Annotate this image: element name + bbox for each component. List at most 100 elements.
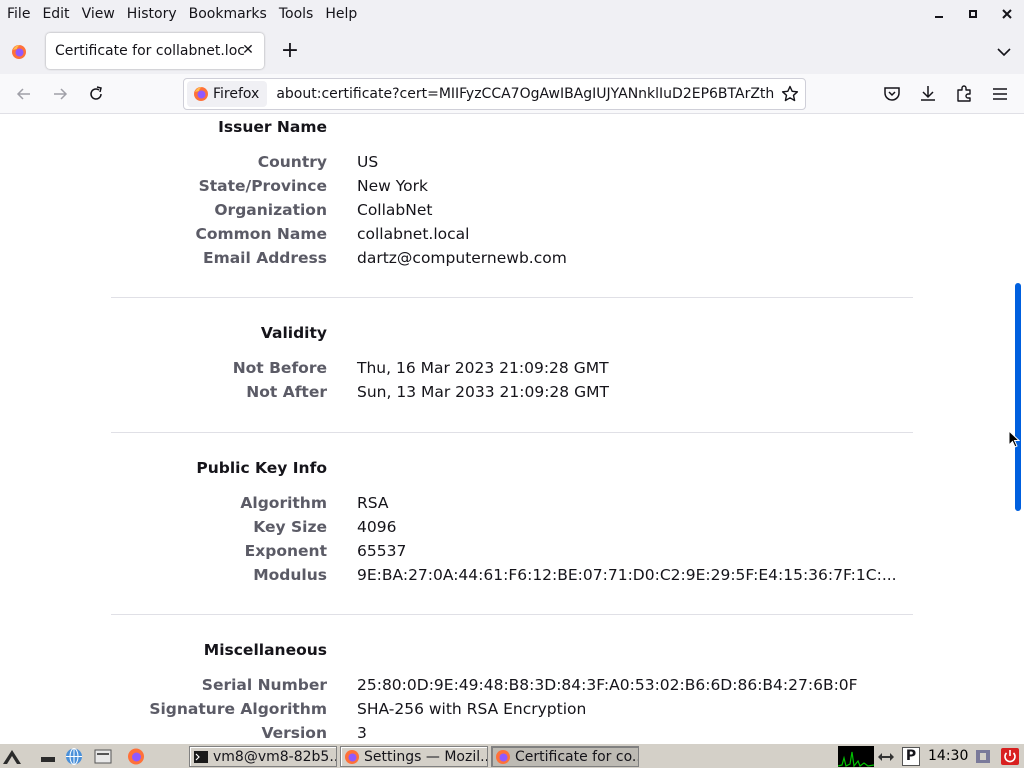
close-window-button[interactable] <box>990 0 1024 28</box>
back-button[interactable] <box>12 82 36 106</box>
reload-icon <box>90 86 102 100</box>
section-divider <box>111 614 913 615</box>
window-controls <box>922 0 1024 28</box>
list-all-tabs-icon[interactable] <box>994 42 1014 62</box>
file-manager-icon[interactable] <box>93 747 113 766</box>
section-divider <box>111 297 913 298</box>
maximize-button[interactable] <box>956 0 990 28</box>
pocket-icon[interactable] <box>882 84 902 104</box>
menu-edit[interactable]: Edit <box>36 0 75 28</box>
row-value: dartz@computernewb.com <box>357 249 567 267</box>
row-label: Not Before <box>232 359 327 377</box>
info-row: Email Address dartz@computernewb.com <box>111 249 913 273</box>
row-label: Exponent <box>244 542 327 560</box>
network-icon[interactable] <box>876 747 896 766</box>
section-title: Issuer Name <box>218 118 327 136</box>
row-value: SHA-256 with RSA Encryption <box>357 700 587 718</box>
browser-globe-icon[interactable] <box>64 747 84 766</box>
info-row: Algorithm RSA <box>111 494 913 518</box>
firefox-icon <box>496 749 510 764</box>
downloads-icon[interactable] <box>918 84 938 104</box>
info-row: Modulus 9E:BA:27:0A:44:61:F6:12:BE:07:71… <box>111 566 913 590</box>
row-label: State/Province <box>198 177 327 195</box>
info-row: Serial Number 25:80:0D:9E:49:48:B8:3D:84… <box>111 676 913 700</box>
minimize-button[interactable] <box>922 0 956 28</box>
menu-file[interactable]: File <box>0 0 36 28</box>
row-value: collabnet.local <box>357 225 470 243</box>
menu-history[interactable]: History <box>121 0 183 28</box>
taskbar: vm8@vm8-82b5... Settings — Mozil... Cert… <box>0 743 1024 768</box>
row-value: Sun, 13 Mar 2033 21:09:28 GMT <box>357 383 609 401</box>
cpu-monitor-graph <box>838 746 874 767</box>
row-value: Thu, 16 Mar 2023 21:09:28 GMT <box>357 359 609 377</box>
tab-certificate[interactable]: Certificate for collabnet.local ✕ <box>46 33 264 69</box>
maximize-icon <box>969 10 977 18</box>
row-label: Email Address <box>202 249 327 267</box>
menubar: File Edit View History Bookmarks Tools H… <box>0 0 1024 28</box>
reload-button[interactable] <box>84 82 108 106</box>
tab-title: Certificate for collabnet.local <box>55 43 245 59</box>
info-row: Common Name collabnet.local <box>111 225 913 249</box>
forward-arrow-icon <box>54 88 68 100</box>
scrollbar-thumb[interactable] <box>1015 283 1021 511</box>
tab-close-icon[interactable]: ✕ <box>239 41 257 59</box>
extensions-icon[interactable] <box>954 84 974 104</box>
bookmark-star-icon[interactable] <box>781 85 799 103</box>
section-title: Public Key Info <box>196 459 327 477</box>
volume-icon[interactable] <box>973 747 993 766</box>
terminal-icon <box>194 750 208 763</box>
row-value: CollabNet <box>357 201 433 219</box>
tray-p-icon[interactable]: P <box>902 747 920 766</box>
tab-strip: Certificate for collabnet.local ✕ + <box>0 28 1024 74</box>
row-label: Key Size <box>253 518 327 536</box>
mouse-cursor-icon <box>1008 430 1020 448</box>
back-arrow-icon <box>16 88 30 100</box>
url-input[interactable]: about:certificate?cert=MIIFyzCCA7OgAwIBA… <box>276 86 774 102</box>
info-row: Exponent 65537 <box>111 542 913 566</box>
identity-box[interactable]: Firefox <box>187 81 268 107</box>
firefox-logo-icon <box>194 87 208 101</box>
taskbar-task-terminal[interactable]: vm8@vm8-82b5... <box>189 746 337 767</box>
show-desktop-icon[interactable] <box>38 747 58 766</box>
taskbar-task-settings[interactable]: Settings — Mozil... <box>340 746 488 767</box>
info-row: Not Before Thu, 16 Mar 2023 21:09:28 GMT <box>111 359 913 383</box>
vertical-scrollbar[interactable] <box>1013 115 1024 743</box>
menu-view[interactable]: View <box>76 0 121 28</box>
row-value: New York <box>357 177 428 195</box>
row-label: Version <box>261 724 327 742</box>
new-tab-button[interactable]: + <box>278 40 302 64</box>
info-row: Key Size 4096 <box>111 518 913 542</box>
row-value: 4096 <box>357 518 397 536</box>
start-menu-icon[interactable] <box>2 747 22 766</box>
info-row: Signature Algorithm SHA-256 with RSA Enc… <box>111 700 913 724</box>
firefox-view-icon[interactable] <box>11 44 27 60</box>
url-bar[interactable]: Firefox about:certificate?cert=MIIFyzCCA… <box>183 78 806 110</box>
section-title: Validity <box>260 324 327 342</box>
firefox-launcher-icon[interactable] <box>126 747 146 766</box>
minimize-icon <box>935 16 943 18</box>
info-row: Version 3 <box>111 724 913 743</box>
certificate-viewer: Issuer Name Country US State/Province Ne… <box>0 115 1013 743</box>
row-value: RSA <box>357 494 389 512</box>
row-value: 25:80:0D:9E:49:48:B8:3D:84:3F:A0:53:02:B… <box>357 676 858 694</box>
power-icon[interactable] <box>1000 747 1020 766</box>
row-label: Algorithm <box>240 494 327 512</box>
hamburger-menu-icon[interactable] <box>990 84 1010 104</box>
identity-label: Firefox <box>213 86 260 102</box>
row-label: Signature Algorithm <box>149 700 327 718</box>
firefox-icon <box>345 749 359 764</box>
menu-help[interactable]: Help <box>319 0 363 28</box>
menu-tools[interactable]: Tools <box>273 0 320 28</box>
row-label: Modulus <box>253 566 327 584</box>
row-value: 3 <box>357 724 367 742</box>
row-label: Country <box>257 153 327 171</box>
close-icon <box>1002 9 1012 19</box>
menu-bookmarks[interactable]: Bookmarks <box>183 0 273 28</box>
info-row: Organization CollabNet <box>111 201 913 225</box>
taskbar-task-certificate[interactable]: Certificate for co... <box>491 746 639 767</box>
task-label: vm8@vm8-82b5... <box>213 748 337 765</box>
row-label: Not After <box>246 383 327 401</box>
forward-button[interactable] <box>48 82 72 106</box>
row-value: 65537 <box>357 542 407 560</box>
clock: 14:30 <box>928 748 969 764</box>
